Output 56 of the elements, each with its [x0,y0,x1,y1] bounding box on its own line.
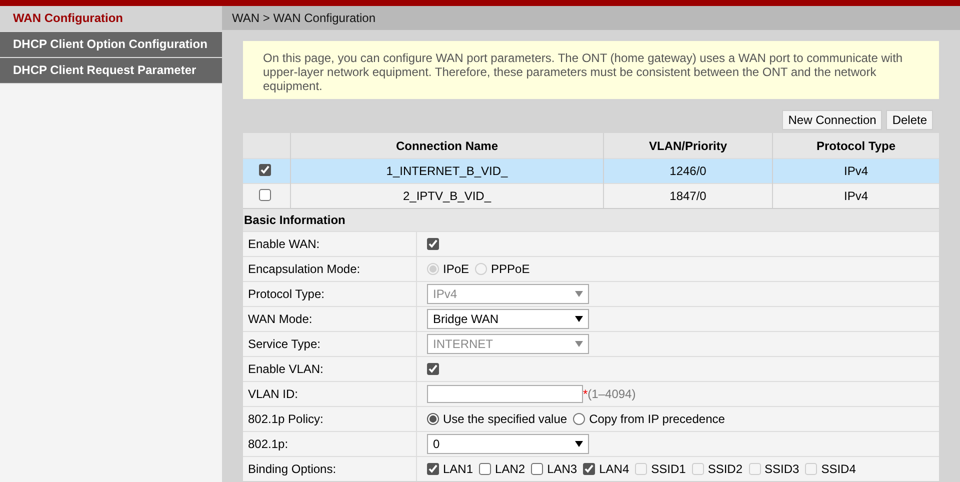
option-label: Copy from IP precedence [589,412,725,426]
dropdown-arrow-icon [575,441,583,447]
dropdown-arrow-icon [575,341,583,347]
row-checkbox[interactable] [258,188,270,200]
field-label: WAN Mode: [243,307,417,331]
field-label: Enable VLAN: [243,357,417,381]
sidebar-item[interactable]: DHCP Client Option Configuration [0,32,222,58]
table-cell: 1_INTERNET_B_VID_ [290,158,604,184]
required-mark: * [583,387,588,401]
table-cell: IPv4 [772,158,939,184]
checkbox[interactable] [531,463,544,475]
section-title: Basic Information [243,208,939,231]
checkbox[interactable] [583,463,596,475]
option-label: Use the specified value [443,412,568,426]
new-connection-button[interactable]: New Connection [782,110,882,130]
field-label: VLAN ID: [243,382,417,406]
radio-button[interactable] [573,413,586,425]
option-label: PPPoE [491,262,530,276]
field-label: Encapsulation Mode: [243,257,417,281]
checkbox[interactable] [427,363,439,375]
option-label: LAN1 [443,462,474,476]
sidebar-item[interactable]: WAN Configuration [0,6,222,32]
checkbox[interactable] [427,238,439,250]
dropdown[interactable]: Bridge WAN [427,309,589,329]
delete-button[interactable]: Delete [886,110,933,130]
field-label: Enable WAN: [243,232,417,256]
dropdown-arrow-icon [575,316,583,322]
dropdown-arrow-icon [575,291,583,297]
notice-text: On this page, you can configure WAN port parameters. The ONT (home gateway) uses a WAN port to communicate with upper-layer network equipment. Therefore, these parameters must be consistent between the ONT and the network equipment. [243,41,939,99]
table-cell: 1246/0 [604,158,772,184]
dropdown[interactable]: 0 [427,434,589,454]
field-label: 802.1p: [243,432,417,456]
field-label: Service Type: [243,332,417,356]
table-row[interactable]: 1_INTERNET_B_VID_ 1246/0 IPv4 [243,158,939,184]
breadcrumb: WAN > WAN Configuration [222,6,960,30]
range-hint: (1–4094) [588,387,636,401]
column-header: Protocol Type [772,133,939,158]
option-label: LAN3 [547,462,578,476]
option-label: IPoE [443,262,470,276]
checkbox[interactable] [479,463,492,475]
field-label: Protocol Type: [243,282,417,306]
option-label: SSID1 [651,462,686,476]
field-label: Binding Options: [243,457,417,481]
option-label: SSID4 [821,462,856,476]
option-label: LAN4 [599,462,630,476]
option-label: SSID2 [708,462,742,476]
column-header: VLAN/Priority [604,133,772,158]
option-label: SSID3 [764,462,800,476]
radio-button[interactable] [427,413,439,425]
checkbox[interactable] [427,463,439,475]
input-field[interactable] [427,385,583,403]
sidebar-item[interactable]: DHCP Client Request Parameter [0,58,222,84]
field-label: 802.1p Policy: [243,407,417,431]
option-label: LAN2 [495,462,526,476]
row-checkbox[interactable] [258,164,270,176]
column-header: Connection Name [290,133,604,158]
